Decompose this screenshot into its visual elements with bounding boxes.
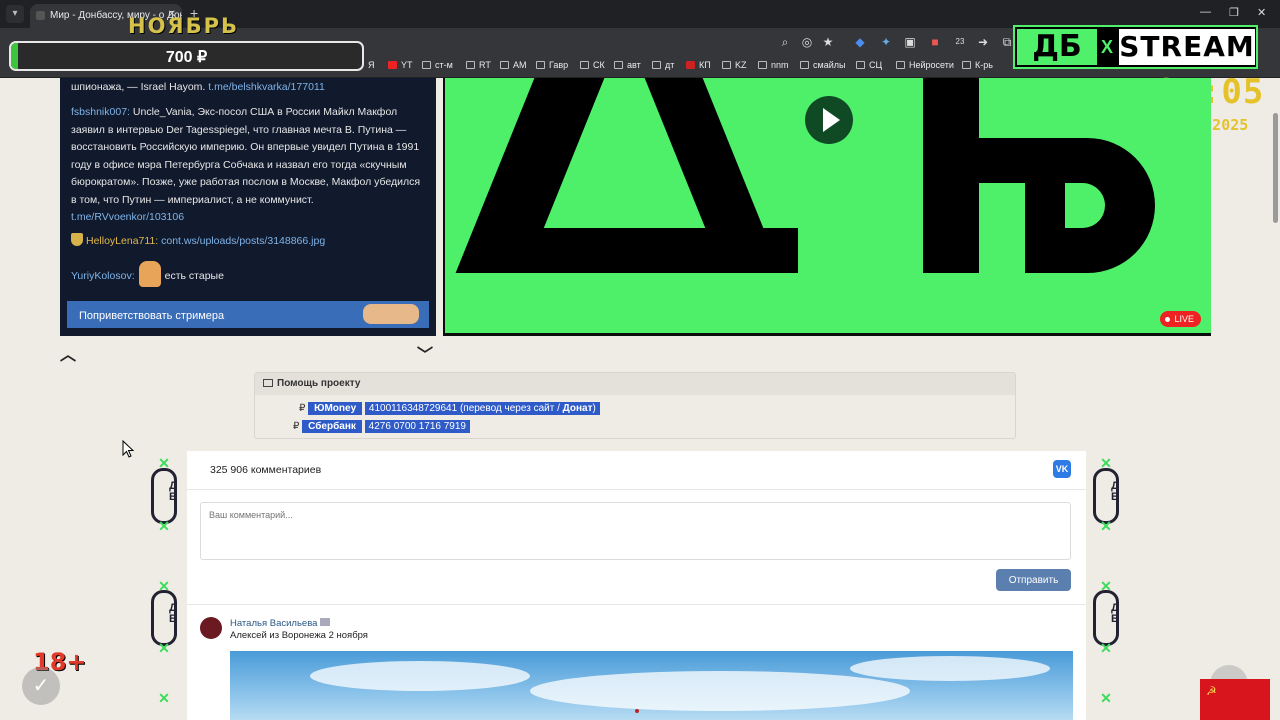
payment-service: ЮMoney — [308, 402, 363, 415]
badge-icon — [320, 618, 331, 626]
extension-icon[interactable]: ➜ — [975, 34, 991, 50]
payment-row-yoomoney: ₽ ЮMoney 410011634872964​1 (перевод чере… — [299, 402, 600, 415]
extension-icon[interactable]: ◆ — [852, 34, 868, 50]
brand-name: STREAM — [1119, 29, 1255, 65]
send-button[interactable]: Отправить — [996, 569, 1071, 591]
play-button-icon[interactable] — [805, 96, 853, 144]
payment-row-sberbank: ₽ Сбербанк 4276 0700 1716 7919 — [293, 420, 470, 433]
chat-message: шпионажа, — Israel Hayom. t.me/belshkvar… — [71, 81, 325, 93]
logo-stroke — [644, 78, 768, 238]
mouse-cursor-icon — [122, 440, 134, 458]
bookmark-item[interactable]: ст-м — [422, 60, 453, 70]
month-label: НОЯБРЬ — [128, 14, 240, 38]
goal-amount: 700 ₽ — [165, 49, 208, 66]
extension-badge[interactable]: 23 — [952, 34, 968, 50]
extension-icon[interactable]: ■ — [927, 34, 943, 50]
check-icon[interactable]: ✓ — [22, 667, 60, 705]
help-project-box: Помощь проекту ₽ ЮMoney 410011634872964​… — [254, 372, 1016, 439]
payment-service: Сбербанк — [302, 420, 362, 433]
chat-author[interactable]: fsbshnik007: — [71, 106, 130, 118]
comment-input[interactable] — [200, 502, 1071, 560]
comments-count: 325 906 комментариев — [210, 464, 322, 476]
extension-icon[interactable]: ▣ — [902, 34, 918, 50]
bookmark-item[interactable]: RT — [466, 60, 491, 70]
eye-off-icon[interactable]: ◎ — [799, 34, 815, 50]
avatar[interactable] — [200, 617, 222, 639]
chat-link[interactable]: t.me/belshkvarka/177011 — [208, 81, 325, 93]
bookmark-item[interactable]: АМ — [500, 60, 527, 70]
bookmark-folder[interactable]: смайлы — [800, 60, 845, 70]
money-icon — [263, 379, 273, 387]
video-player[interactable]: LIVE — [443, 78, 1211, 336]
brand-mark: ДБ — [1017, 29, 1097, 65]
scrollbar-thumb[interactable] — [1273, 113, 1278, 223]
bookmark-item[interactable]: KZ — [722, 60, 747, 70]
bookmark-folder[interactable]: Нейросети — [896, 60, 954, 70]
right-ornament: ✕ ДБ ✕ ✕ ДБ ✕ ✕ — [1087, 450, 1125, 720]
bookmark-item[interactable]: дт — [652, 60, 674, 70]
tab-list-button[interactable]: ▾ — [6, 5, 24, 23]
handshake-icon — [363, 304, 419, 324]
chat-link[interactable]: t.me/RVvoenkor/103106 — [71, 211, 184, 223]
chevron-up-icon[interactable]: ︿ — [60, 341, 76, 365]
tab-favicon-icon — [36, 11, 45, 20]
vk-icon[interactable]: VK — [1053, 460, 1071, 478]
bookmark-item[interactable]: Гавр — [536, 60, 568, 70]
chat-message: fsbshnik007: Uncle_Vania, Экс-посол США … — [71, 106, 421, 223]
brand-separator: X — [1101, 37, 1114, 57]
help-header: Помощь проекту — [255, 373, 1015, 395]
chat-message: HelloyLena711: cont.ws/uploads/posts/314… — [71, 233, 425, 251]
donate-link[interactable]: Донат — [563, 403, 593, 414]
bookmark-item[interactable]: YT — [388, 60, 413, 70]
comments-widget: 325 906 комментариев VK Отправить Наталь… — [187, 451, 1086, 720]
extension-icon[interactable]: ✦ — [878, 34, 894, 50]
bookmark-item[interactable]: КП — [686, 60, 711, 70]
comment-author[interactable]: Наталья Васильева — [230, 618, 331, 629]
left-ornament: ✕ ДБ ✕ ✕ ДБ ✕ ✕ — [145, 450, 183, 720]
close-window-icon[interactable]: ✕ — [1257, 6, 1266, 19]
emote-icon — [138, 261, 161, 287]
chat-link[interactable]: cont.ws/uploads/posts/3148866.jpg — [161, 235, 325, 247]
bookmark-item[interactable]: nnm — [758, 60, 789, 70]
moderator-shield-icon — [71, 233, 83, 246]
greet-streamer-button[interactable]: Поприветствовать стримера — [67, 301, 429, 328]
maximize-icon[interactable]: ❐ — [1229, 6, 1239, 19]
bookmark-item[interactable]: Я — [368, 60, 375, 70]
bookmark-item[interactable]: авт — [614, 60, 641, 70]
chevron-down-icon[interactable]: ﹀ — [417, 341, 433, 365]
flag-icon: ☭ — [1200, 679, 1280, 720]
bookmark-item[interactable]: К-рь — [962, 60, 993, 70]
chat-author[interactable]: YuriyKolosov: — [71, 270, 135, 282]
bookmark-item[interactable]: СК — [580, 60, 605, 70]
chat-message: YuriyKolosov: есть старые — [71, 261, 425, 287]
chat-panel: шпионажа, — Israel Hayom. t.me/belshkvar… — [60, 78, 436, 336]
comment-image[interactable] — [230, 651, 1073, 720]
minimize-icon[interactable]: — — [1200, 6, 1211, 18]
donation-goal-bar: 700 ₽ — [9, 41, 364, 71]
chat-author[interactable]: HelloyLena711: — [86, 235, 158, 247]
live-badge: LIVE — [1160, 311, 1201, 327]
payment-details: 4276 0700 1716 7919 — [364, 420, 470, 433]
bookmark-folder[interactable]: СЦ — [856, 60, 882, 70]
zoom-icon[interactable]: ⌕ — [777, 34, 793, 50]
bookmark-star-icon[interactable]: ★ — [820, 34, 836, 50]
page-scrollbar[interactable] — [1270, 78, 1280, 720]
stream-logo: ДБ X STREAM — [1013, 25, 1258, 69]
comment-text: Алексей из Воронежа 2 ноября — [230, 630, 368, 641]
